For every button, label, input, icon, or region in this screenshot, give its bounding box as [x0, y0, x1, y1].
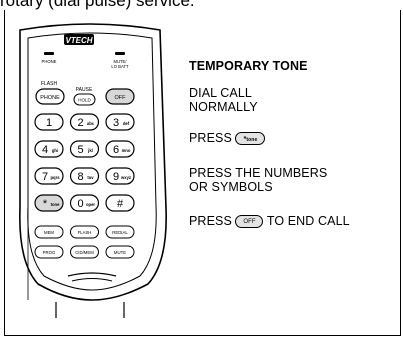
off-key-inline: OFF	[235, 215, 264, 229]
keypad-key-letters: tone	[51, 202, 61, 207]
phone-key[interactable]: PHONE	[35, 88, 65, 105]
keypad-key-digit: 6	[113, 144, 119, 156]
brand-logo-text: VTECH	[65, 36, 92, 45]
keypad-key-digit: 8	[77, 171, 83, 183]
keypad-key-letters: abc	[87, 121, 95, 126]
step-end-call: PRESS OFF TO END CALL	[189, 214, 350, 229]
keypad-key[interactable]: 1	[34, 113, 64, 131]
keypad-key[interactable]: 2 abc	[69, 113, 100, 131]
function-key[interactable]: FLASH	[70, 225, 99, 239]
step-dial-call: DIAL CALL NORMALLY	[189, 86, 258, 114]
function-key[interactable]: MUTE	[105, 245, 135, 259]
step-end-call-prefix: PRESS	[189, 214, 232, 228]
function-key-label: MEM	[44, 230, 54, 235]
keypad-key-letters: oper	[86, 202, 95, 207]
step-press-numbers-line1: PRESS THE NUMBERS	[189, 166, 328, 180]
keypad-key-digit: 9	[113, 171, 119, 183]
hold-key-label: HOLD	[78, 98, 91, 103]
step-press-numbers-line2: OR SYMBOLS	[189, 180, 273, 194]
keypad-key-letters: ghi	[52, 148, 58, 153]
phone-indicator-label: PHONE	[42, 59, 57, 64]
function-key-label: REDIAL	[112, 230, 128, 235]
function-key-label: PROG	[43, 250, 56, 255]
step-press-tone: PRESS *tone	[189, 131, 266, 146]
keypad-key-letters: wxyz	[120, 175, 131, 180]
keypad-key-letters: jkl	[87, 148, 93, 153]
step-press-tone-prefix: PRESS	[189, 131, 232, 145]
keypad-key[interactable]: 3 def	[105, 113, 135, 131]
keypad-key[interactable]: #	[105, 194, 135, 212]
keypad-key[interactable]: 9 wxyz	[105, 167, 135, 185]
keypad-key[interactable]: 5 jkl	[69, 140, 100, 158]
keypad-key-letters: def	[123, 121, 130, 126]
keypad-key[interactable]: 7 pqrs	[34, 167, 64, 185]
function-key-label: MUTE	[114, 250, 126, 255]
keypad-key-letters: mno	[122, 148, 131, 153]
keypad-key-digit: *	[43, 198, 48, 210]
mute-indicator-light	[115, 52, 125, 55]
keypad-key-digit: 0	[77, 198, 83, 210]
hold-key[interactable]: HOLD	[73, 93, 96, 106]
keypad-key-letters: tuv	[87, 175, 94, 180]
function-key[interactable]: REDIAL	[105, 225, 135, 239]
off-key[interactable]: OFF	[105, 88, 135, 105]
keypad-key[interactable]: 8 tuv	[69, 167, 100, 185]
keypad-key-digit: 4	[42, 144, 48, 156]
keypad-key[interactable]: * tone	[34, 194, 64, 212]
keypad-key[interactable]: 6 mno	[105, 140, 135, 158]
tone-key-sub: tone	[246, 137, 258, 144]
function-key[interactable]: MEM	[34, 225, 64, 239]
phone-indicator-light	[44, 52, 54, 55]
keypad-key-digit: 2	[77, 117, 83, 129]
lobatt-indicator-label: LO BATT	[111, 64, 129, 69]
step-press-numbers: PRESS THE NUMBERS OR SYMBOLS	[189, 166, 327, 194]
keypad-key-digit: #	[117, 198, 124, 210]
function-key-label: CID/MEM	[75, 250, 94, 255]
phone-key-label: PHONE	[40, 95, 60, 101]
pause-label: PAUSE	[76, 87, 93, 93]
step-end-call-suffix: TO END CALL	[266, 214, 350, 228]
tone-key-inline: *tone	[235, 132, 266, 146]
off-key-label: OFF	[115, 95, 127, 101]
keypad-key[interactable]: 4 ghi	[34, 140, 64, 158]
keypad-key[interactable]: 0 oper	[69, 194, 100, 212]
instructions-title: TEMPORARY TONE	[189, 59, 308, 73]
function-key-label: FLASH	[78, 230, 92, 235]
step-dial-call-line2: NORMALLY	[189, 100, 258, 114]
step-dial-call-line1: DIAL CALL	[189, 86, 252, 100]
function-key[interactable]: PROG	[34, 245, 64, 259]
keypad-key-digit: 5	[77, 144, 83, 156]
keypad-key-digit: 1	[46, 117, 52, 129]
keypad-key-letters: pqrs	[50, 175, 60, 180]
keypad-key-digit: 7	[42, 171, 48, 183]
function-key[interactable]: CID/MEM	[70, 245, 99, 259]
keypad-key-digit: 3	[113, 117, 119, 129]
flash-label: FLASH	[41, 81, 58, 87]
